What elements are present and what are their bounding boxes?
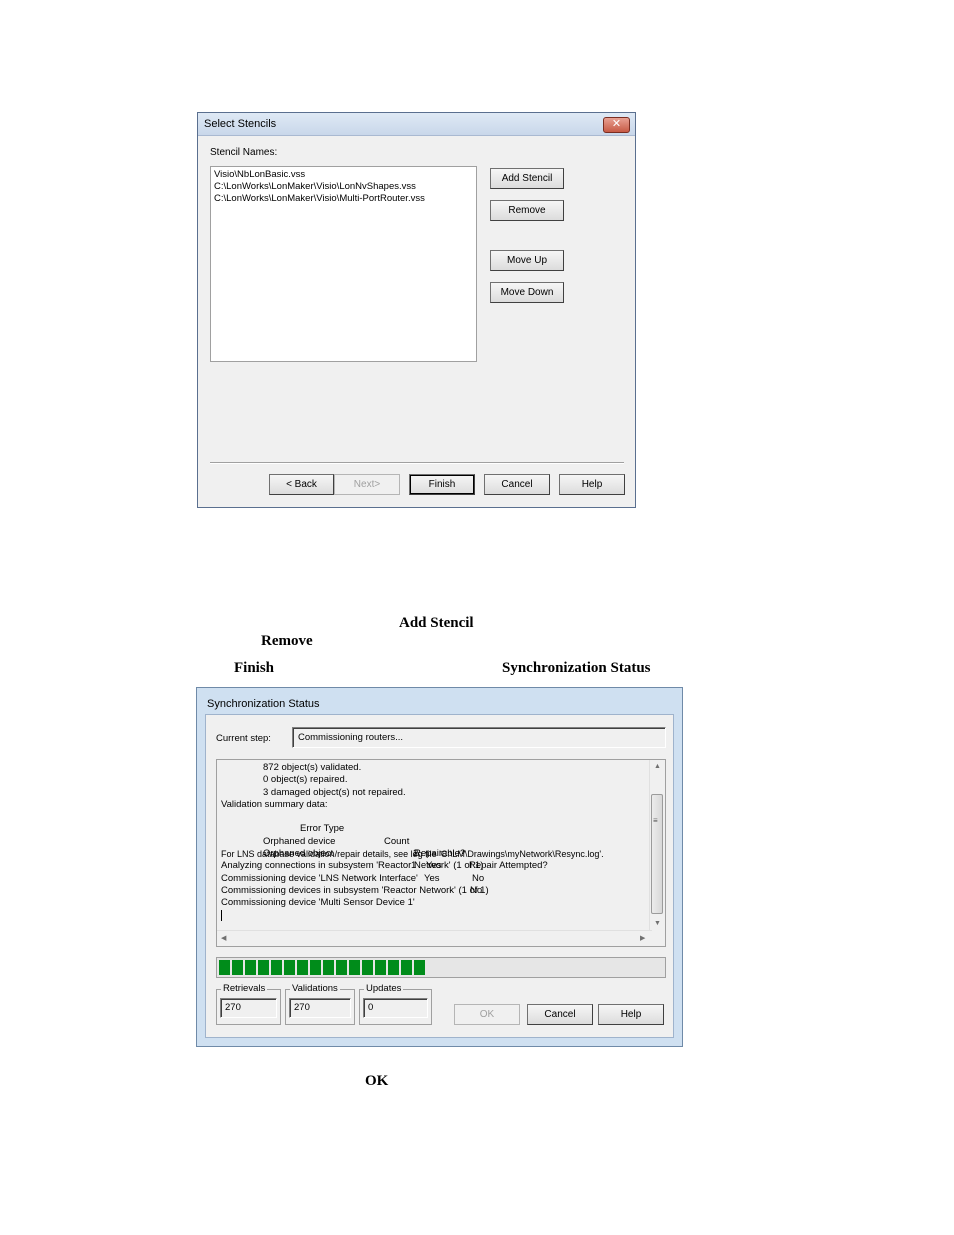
finish-text: Finish [234,660,275,676]
add-stencil-button[interactable]: Add Stencil [490,168,564,189]
retrievals-field: 270 [220,998,277,1018]
remove-text: Remove [261,633,313,649]
horizontal-scrollbar[interactable]: ◀ ▶ [217,930,652,946]
retrievals-group: Retrievals 270 [216,983,281,1025]
log-line: 3 damaged object(s) not repaired. [263,786,406,798]
progress-segment [219,960,230,975]
remove-button[interactable]: Remove [490,200,564,221]
validations-field: 270 [289,998,351,1018]
progress-segment [232,960,243,975]
dialog-body: Current step: Commissioning routers... 8… [205,714,674,1038]
log-line: Validation summary data: [221,798,328,810]
synchronization-status-dialog: Synchronization Status Current step: Com… [196,687,683,1047]
progress-segment [388,960,399,975]
progress-segment [362,960,373,975]
log-row: Orphaned device 2 Yes No [221,823,649,884]
add-stencil-text: Add Stencil [399,615,474,631]
title-bar: Select Stencils ✕ [198,113,635,136]
scroll-left-icon[interactable]: ◀ [221,934,226,942]
list-item[interactable]: Visio\NbLonBasic.vss [214,169,473,181]
status-log[interactable]: 872 object(s) validated. 0 object(s) rep… [216,759,666,947]
log-line: Analyzing connections in subsystem 'Reac… [221,860,484,872]
progress-segment [284,960,295,975]
progress-segment [414,960,425,975]
scroll-right-icon[interactable]: ▶ [640,934,645,942]
log-line: 0 object(s) repaired. [263,774,348,786]
dialog-title: Synchronization Status [207,698,320,710]
progress-segment [375,960,386,975]
list-item[interactable]: C:\LonWorks\LonMaker\Visio\Multi-PortRou… [214,193,473,205]
select-stencils-dialog: Select Stencils ✕ Stencil Names: Visio\N… [197,112,636,508]
progress-segment [310,960,321,975]
help-button[interactable]: Help [598,1004,664,1025]
ok-button[interactable]: OK [454,1004,520,1025]
updates-field: 0 [363,998,428,1018]
log-line: For LNS database validation/repair detai… [221,849,604,860]
scroll-down-icon[interactable]: ▼ [654,920,661,927]
cancel-button[interactable]: Cancel [527,1004,593,1025]
move-down-button[interactable]: Move Down [490,282,564,303]
progress-bar [216,957,666,978]
retrievals-label: Retrievals [221,983,268,994]
grip-icon: ≡ [653,816,658,825]
current-step-field: Commissioning routers... [292,727,666,748]
divider [210,462,624,464]
finish-button[interactable]: Finish [409,474,475,495]
log-row: Orphaned object 1 Yes No [221,836,649,896]
log-line: 872 object(s) validated. [263,762,362,773]
validations-group: Validations 270 [285,983,355,1025]
progress-segment [349,960,360,975]
validations-label: Validations [290,983,340,994]
progress-segment [245,960,256,975]
progress-segment [401,960,412,975]
progress-segment [336,960,347,975]
log-line: Commissioning device 'Multi Sensor Devic… [221,897,415,909]
list-item[interactable]: C:\LonWorks\LonMaker\Visio\LonNvShapes.v… [214,181,473,193]
text-cursor [221,909,649,922]
progress-segment [323,960,334,975]
ok-text: OK [365,1073,389,1089]
stencil-names-label: Stencil Names: [210,147,278,158]
scrollbar-thumb[interactable] [651,794,663,914]
cancel-button[interactable]: Cancel [484,474,550,495]
progress-segment [271,960,282,975]
current-step-label: Current step: [216,733,271,744]
updates-group: Updates 0 [359,983,432,1025]
progress-segment [258,960,269,975]
scroll-up-icon[interactable]: ▲ [654,763,661,770]
next-button[interactable]: Next> [334,474,400,495]
stencil-names-list[interactable]: Visio\NbLonBasic.vss C:\LonWorks\LonMake… [210,166,477,362]
vertical-scrollbar[interactable]: ▲ ≡ ▼ [649,760,665,932]
log-line: Commissioning device 'LNS Network Interf… [221,872,418,884]
progress-segment [297,960,308,975]
move-up-button[interactable]: Move Up [490,250,564,271]
updates-label: Updates [364,983,404,994]
log-line: Commissioning devices in subsystem 'Reac… [221,884,489,896]
synchronization-status-text: Synchronization Status [502,660,651,676]
back-button[interactable]: < Back [269,474,334,495]
help-button[interactable]: Help [559,474,625,495]
close-icon[interactable]: ✕ [603,117,630,133]
log-header-row: Error Type Count Repairable? Repair Atte… [221,811,649,871]
dialog-title: Select Stencils [204,118,277,130]
